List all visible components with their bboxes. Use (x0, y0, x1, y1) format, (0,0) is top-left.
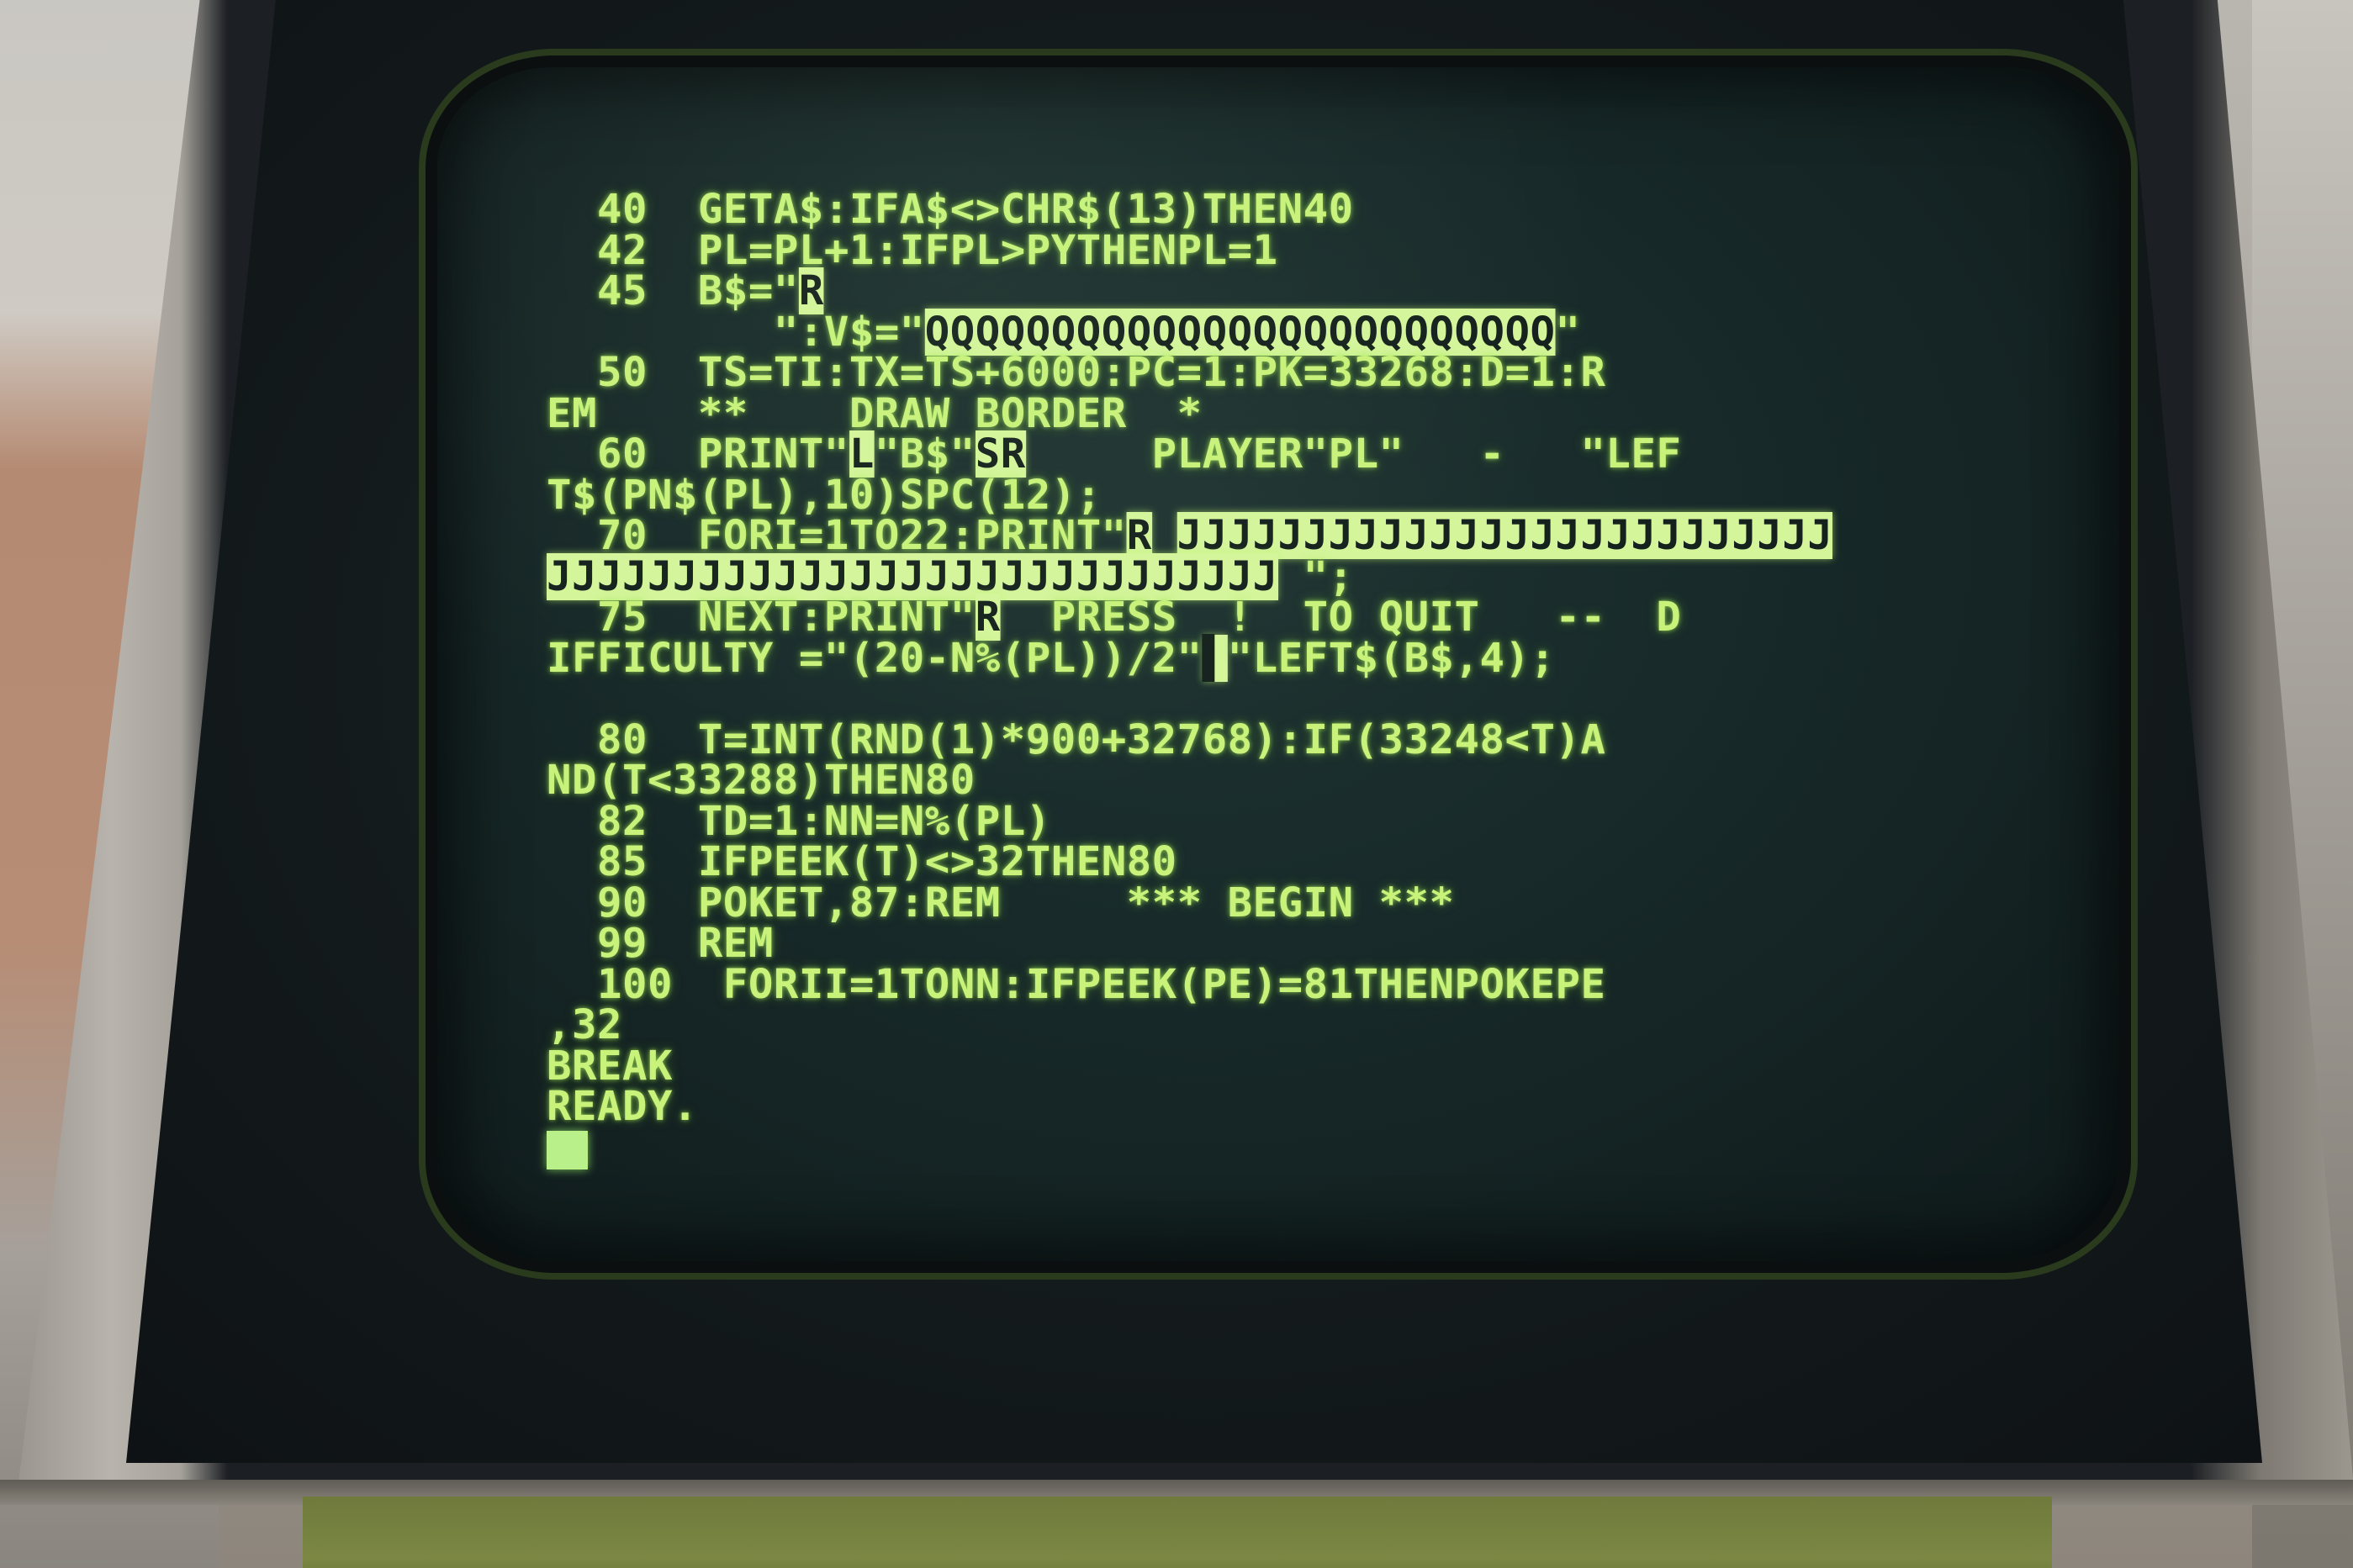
terminal-line: 75 NEXT:PRINT"R PRESS ! TO QUIT -- D (547, 594, 2005, 641)
reverse-video-text: ▌ (1202, 634, 1228, 682)
terminal-line: ":V$="QQQQQQQQQQQQQQQQQQQQQQQQQ" (547, 308, 2005, 356)
terminal-line: 60 PRINT"L"B$"SR PLAYER"PL" - "LEF (547, 430, 2005, 478)
scene: 40 GETA$:IFA$<>CHR$(13)THEN40 42 PL=PL+1… (0, 0, 2353, 1568)
cursor-line (547, 1127, 2005, 1169)
terminal-line: EM ** DRAW BORDER * (547, 393, 2005, 435)
terminal-line: 42 PL=PL+1:IFPL>PYTHENPL=1 (547, 230, 2005, 272)
terminal-line: 100 FORII=1TONN:IFPEEK(PE)=81THENPOKEPE (547, 964, 2005, 1006)
terminal-line: 80 T=INT(RND(1)*900+32768):IF(33248<T)A (547, 719, 2005, 761)
monitor-base (303, 1497, 2052, 1568)
terminal-line: 85 IFPEEK(T)<>32THEN80 (547, 842, 2005, 883)
terminal-line: 50 TS=TI:TX=TS+6000:PC=1:PK=33268:D=1:R (547, 352, 2005, 393)
terminal-line: BREAK (547, 1045, 2005, 1087)
terminal-line: 82 TD=1:NN=N%(PL) (547, 800, 2005, 842)
terminal-text: PLAYER"PL" - "LEF (1025, 430, 1682, 478)
terminal-line: 99 REM (547, 923, 2005, 964)
terminal-line: 70 FORI=1TO22:PRINT"R JJJJJJJJJJJJJJJJJJ… (547, 512, 2005, 559)
terminal-text: 70 FORI=1TO22:PRINT" (547, 512, 1127, 559)
terminal-line: 90 POKET,87:REM *** BEGIN *** (547, 882, 2005, 924)
terminal-line: IFFICULTY ="(20-N%(PL))/2"▌"LEFT$(B$,4); (547, 634, 2005, 682)
terminal-line: 40 GETA$:IFA$<>CHR$(13)THEN40 (547, 189, 2005, 230)
terminal-text: "LEFT$(B$,4); (1227, 634, 1556, 682)
terminal-line: 45 B$="R (547, 267, 2005, 314)
terminal-line: ,32 (547, 1005, 2005, 1046)
terminal-line: READY. (547, 1086, 2005, 1127)
reverse-video-text: JJJJJJJJJJJJJJJJJJJJJJJJJJ (1176, 512, 1833, 559)
terminal-line: T$(PN$(PL),10)SPC(12); (547, 474, 2005, 516)
terminal-text: IFFICULTY ="(20-N%(PL))/2" (547, 634, 1203, 682)
reverse-video-text: R (1126, 512, 1152, 559)
crt-screen: 40 GETA$:IFA$<>CHR$(13)THEN40 42 PL=PL+1… (437, 67, 2119, 1261)
terminal-line: JJJJJJJJJJJJJJJJJJJJJJJJJJJJJ "; (547, 552, 2005, 600)
terminal-text: READY. (547, 1083, 698, 1130)
text-cursor[interactable] (547, 1130, 588, 1169)
terminal-text: 100 FORII=1TONN:IFPEEK(PE)=81THENPOKEPE (547, 960, 1606, 1008)
terminal-line: ND(T<33288)THEN80 (547, 760, 2005, 801)
terminal-text-area[interactable]: 40 GETA$:IFA$<>CHR$(13)THEN40 42 PL=PL+1… (547, 189, 2005, 1169)
